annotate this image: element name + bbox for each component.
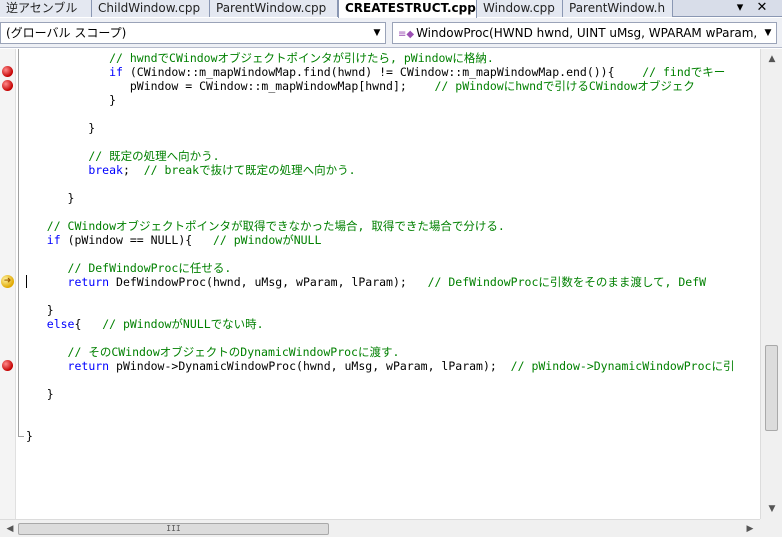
horizontal-scroll-thumb[interactable]: III — [18, 523, 329, 535]
code-line[interactable]: // そのCWindowオブジェクトのDynamicWindowProcに渡す. — [26, 345, 400, 359]
code-keyword: if — [46, 233, 61, 247]
scroll-down-icon[interactable]: ▼ — [764, 501, 780, 517]
code-line[interactable]: if (CWindow::m_mapWindowMap.find(hwnd) !… — [26, 65, 725, 79]
code-keyword: return — [67, 359, 110, 373]
code-text: DefWindowProc(hwnd, uMsg, wParam, lParam… — [109, 275, 428, 289]
code-comment: // pWindowがNULL — [212, 233, 322, 247]
breakpoint-icon[interactable] — [2, 80, 13, 91]
code-line[interactable]: } — [26, 387, 54, 401]
member-combo-value: WindowProc(HWND hwnd, UINT uMsg, WPARAM … — [416, 26, 758, 40]
vertical-scrollbar[interactable]: ▲ ▼ — [760, 49, 782, 519]
code-text: } — [26, 303, 54, 317]
outline-line — [18, 49, 19, 436]
code-line[interactable]: // CWindowオブジェクトポインタが取得できなかった場合, 取得できた場合… — [26, 219, 505, 233]
code-line[interactable]: if (pWindow == NULL){ // pWindowがNULL — [26, 233, 322, 247]
code-line[interactable]: // hwndでCWindowオブジェクトポインタが引けたら, pWindowに… — [26, 51, 494, 65]
code-text: } — [26, 387, 54, 401]
indicator-margin[interactable]: ➜ — [0, 49, 16, 519]
code-line[interactable]: // 既定の処理へ向かう. — [26, 149, 220, 163]
code-text: (CWindow::m_mapWindowMap.find(hwnd) != C… — [122, 65, 643, 79]
code-comment: // CWindowオブジェクトポインタが取得できなかった場合, 取得できた場合… — [46, 219, 505, 233]
tab-childwindow-cpp[interactable]: ChildWindow.cpp — [92, 0, 210, 17]
code-line[interactable]: } — [26, 429, 33, 443]
code-text: } — [26, 191, 75, 205]
scroll-up-icon[interactable]: ▲ — [764, 51, 780, 67]
code-line[interactable]: else{ // pWindowがNULLでない時. — [26, 317, 264, 331]
chevron-down-icon[interactable]: ▼ — [369, 23, 385, 43]
code-line[interactable]: } — [26, 93, 116, 107]
code-comment: // pWindowにhwndで引けるCWindowオブジェク — [434, 79, 695, 93]
code-keyword: break — [88, 163, 123, 177]
code-keyword: else — [46, 317, 75, 331]
code-line[interactable]: // DefWindowProcに任せる. — [26, 261, 232, 275]
code-comment: // DefWindowProcに引数をそのまま渡して, DefW — [427, 275, 707, 289]
code-line[interactable]: } — [26, 121, 95, 135]
code-text: { — [74, 317, 103, 331]
code-line[interactable]: return DefWindowProc(hwnd, uMsg, wParam,… — [26, 275, 707, 289]
code-comment: // hwndでCWindowオブジェクトポインタが引けたら, pWindowに… — [109, 51, 494, 65]
breakpoint-icon[interactable] — [2, 66, 13, 77]
tab-createstruct-cpp[interactable]: CREATESTRUCT.cpp — [338, 0, 477, 18]
outline-end-tick — [18, 436, 24, 437]
scrollbar-corner — [760, 519, 782, 537]
chevron-down-icon[interactable]: ▼ — [760, 23, 776, 43]
code-comment: // pWindowがNULLでない時. — [102, 317, 264, 331]
code-line[interactable]: pWindow = CWindow::m_mapWindowMap[hwnd];… — [26, 79, 695, 93]
code-line[interactable]: } — [26, 303, 54, 317]
code-keyword: if — [109, 65, 123, 79]
code-editor[interactable]: ➜ // hwndでCWindowオブジェクトポインタが引けたら, pWindo… — [0, 49, 760, 519]
document-tab-strip: 逆アセンブル ChildWindow.cpp ParentWindow.cpp … — [0, 0, 782, 18]
code-text: (pWindow == NULL){ — [60, 233, 213, 247]
code-text: } — [26, 429, 33, 443]
code-line[interactable]: } — [26, 191, 75, 205]
navigation-bar: (グローバル スコープ) ▼ ≡◆ WindowProc(HWND hwnd, U… — [0, 18, 782, 48]
code-line[interactable]: break; // breakで抜けて既定の処理へ向かう. — [26, 163, 356, 177]
code-line[interactable]: return pWindow->DynamicWindowProc(hwnd, … — [26, 359, 735, 373]
horizontal-scrollbar[interactable]: ◀ III ▶ — [0, 519, 760, 537]
close-tab-icon[interactable]: ✕ — [752, 0, 772, 17]
member-combo[interactable]: ≡◆ WindowProc(HWND hwnd, UINT uMsg, WPARA… — [392, 22, 777, 44]
tab-window-cpp[interactable]: Window.cpp — [477, 0, 563, 17]
code-text: pWindow->DynamicWindowProc(hwnd, uMsg, w… — [109, 359, 511, 373]
code-comment: // breakで抜けて既定の処理へ向かう. — [143, 163, 356, 177]
scope-combo-value: (グローバル スコープ) — [6, 26, 127, 40]
code-comment: // pWindow->DynamicWindowProcに引 — [510, 359, 735, 373]
current-statement-arrow-icon[interactable]: ➜ — [1, 275, 14, 288]
scroll-left-icon[interactable]: ◀ — [2, 521, 18, 537]
code-comment: // DefWindowProcに任せる. — [67, 261, 232, 275]
breakpoint-icon[interactable] — [2, 360, 13, 371]
tab-list-dropdown-icon[interactable]: ▾ — [730, 0, 750, 17]
code-comment: // そのCWindowオブジェクトのDynamicWindowProcに渡す. — [67, 345, 400, 359]
code-text: ; — [122, 163, 144, 177]
code-text: } — [26, 93, 117, 107]
code-comment: // 既定の処理へ向かう. — [88, 149, 220, 163]
code-comment: // findでキー — [642, 65, 726, 79]
scroll-right-icon[interactable]: ▶ — [742, 521, 758, 537]
code-text: } — [26, 121, 96, 135]
vertical-scroll-thumb[interactable] — [765, 345, 778, 431]
tab-disassembly[interactable]: 逆アセンブル — [0, 0, 92, 17]
code-text: pWindow = CWindow::m_mapWindowMap[hwnd]; — [26, 79, 435, 93]
function-icon: ≡◆ — [398, 29, 415, 40]
scope-combo[interactable]: (グローバル スコープ) ▼ — [0, 22, 386, 44]
tab-parentwindow-h[interactable]: ParentWindow.h — [563, 0, 673, 17]
code-keyword: return — [67, 275, 110, 289]
tab-parentwindow-cpp[interactable]: ParentWindow.cpp — [210, 0, 338, 17]
